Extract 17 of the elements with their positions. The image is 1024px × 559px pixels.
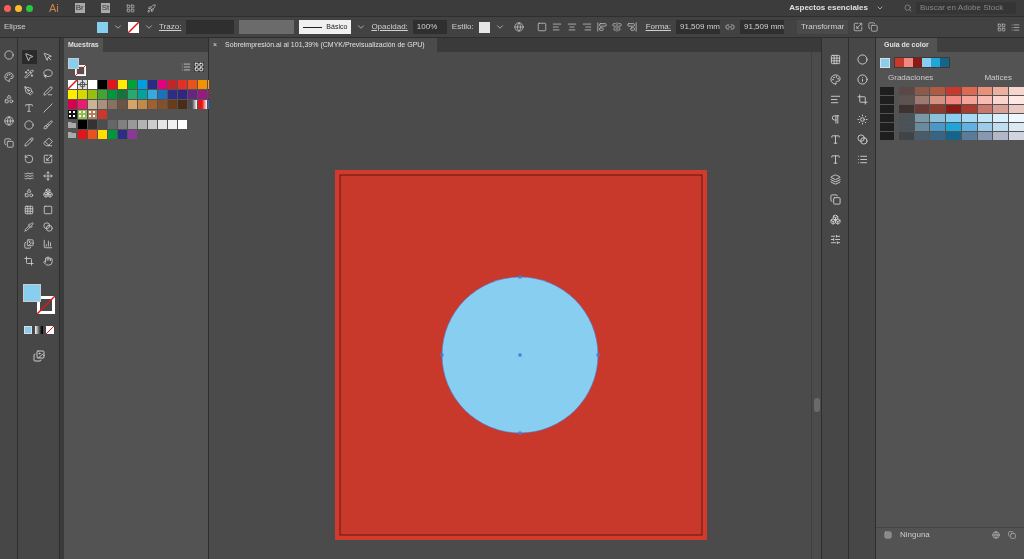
style-label: Estilo:	[451, 21, 474, 33]
app-logo: Ai	[49, 0, 59, 16]
color-group-label: Ninguna	[900, 528, 930, 541]
column-header: Matices	[984, 72, 1012, 84]
height-field[interactable]: 91,509 mm	[740, 20, 784, 34]
app-launcher-button[interactable]: St	[100, 3, 111, 13]
shape-label: Forma:	[645, 21, 671, 33]
opacity-field[interactable]: 100%	[412, 20, 447, 34]
opacity-label: Opacidad:	[371, 21, 408, 33]
stock-search-field[interactable]: Buscar en Adobe Stock	[916, 2, 1016, 14]
width-field[interactable]: 91,509 mm	[676, 20, 720, 34]
workspace-switcher[interactable]: Aspectos esenciales	[789, 2, 868, 14]
transform-button[interactable]: Transformar	[797, 20, 849, 34]
app-launcher-button[interactable]: Br	[74, 3, 85, 13]
stroke-label: Trazo:	[159, 21, 182, 33]
column-header: Gradaciones	[888, 72, 934, 84]
selected-object-label: Elipse	[4, 21, 27, 33]
